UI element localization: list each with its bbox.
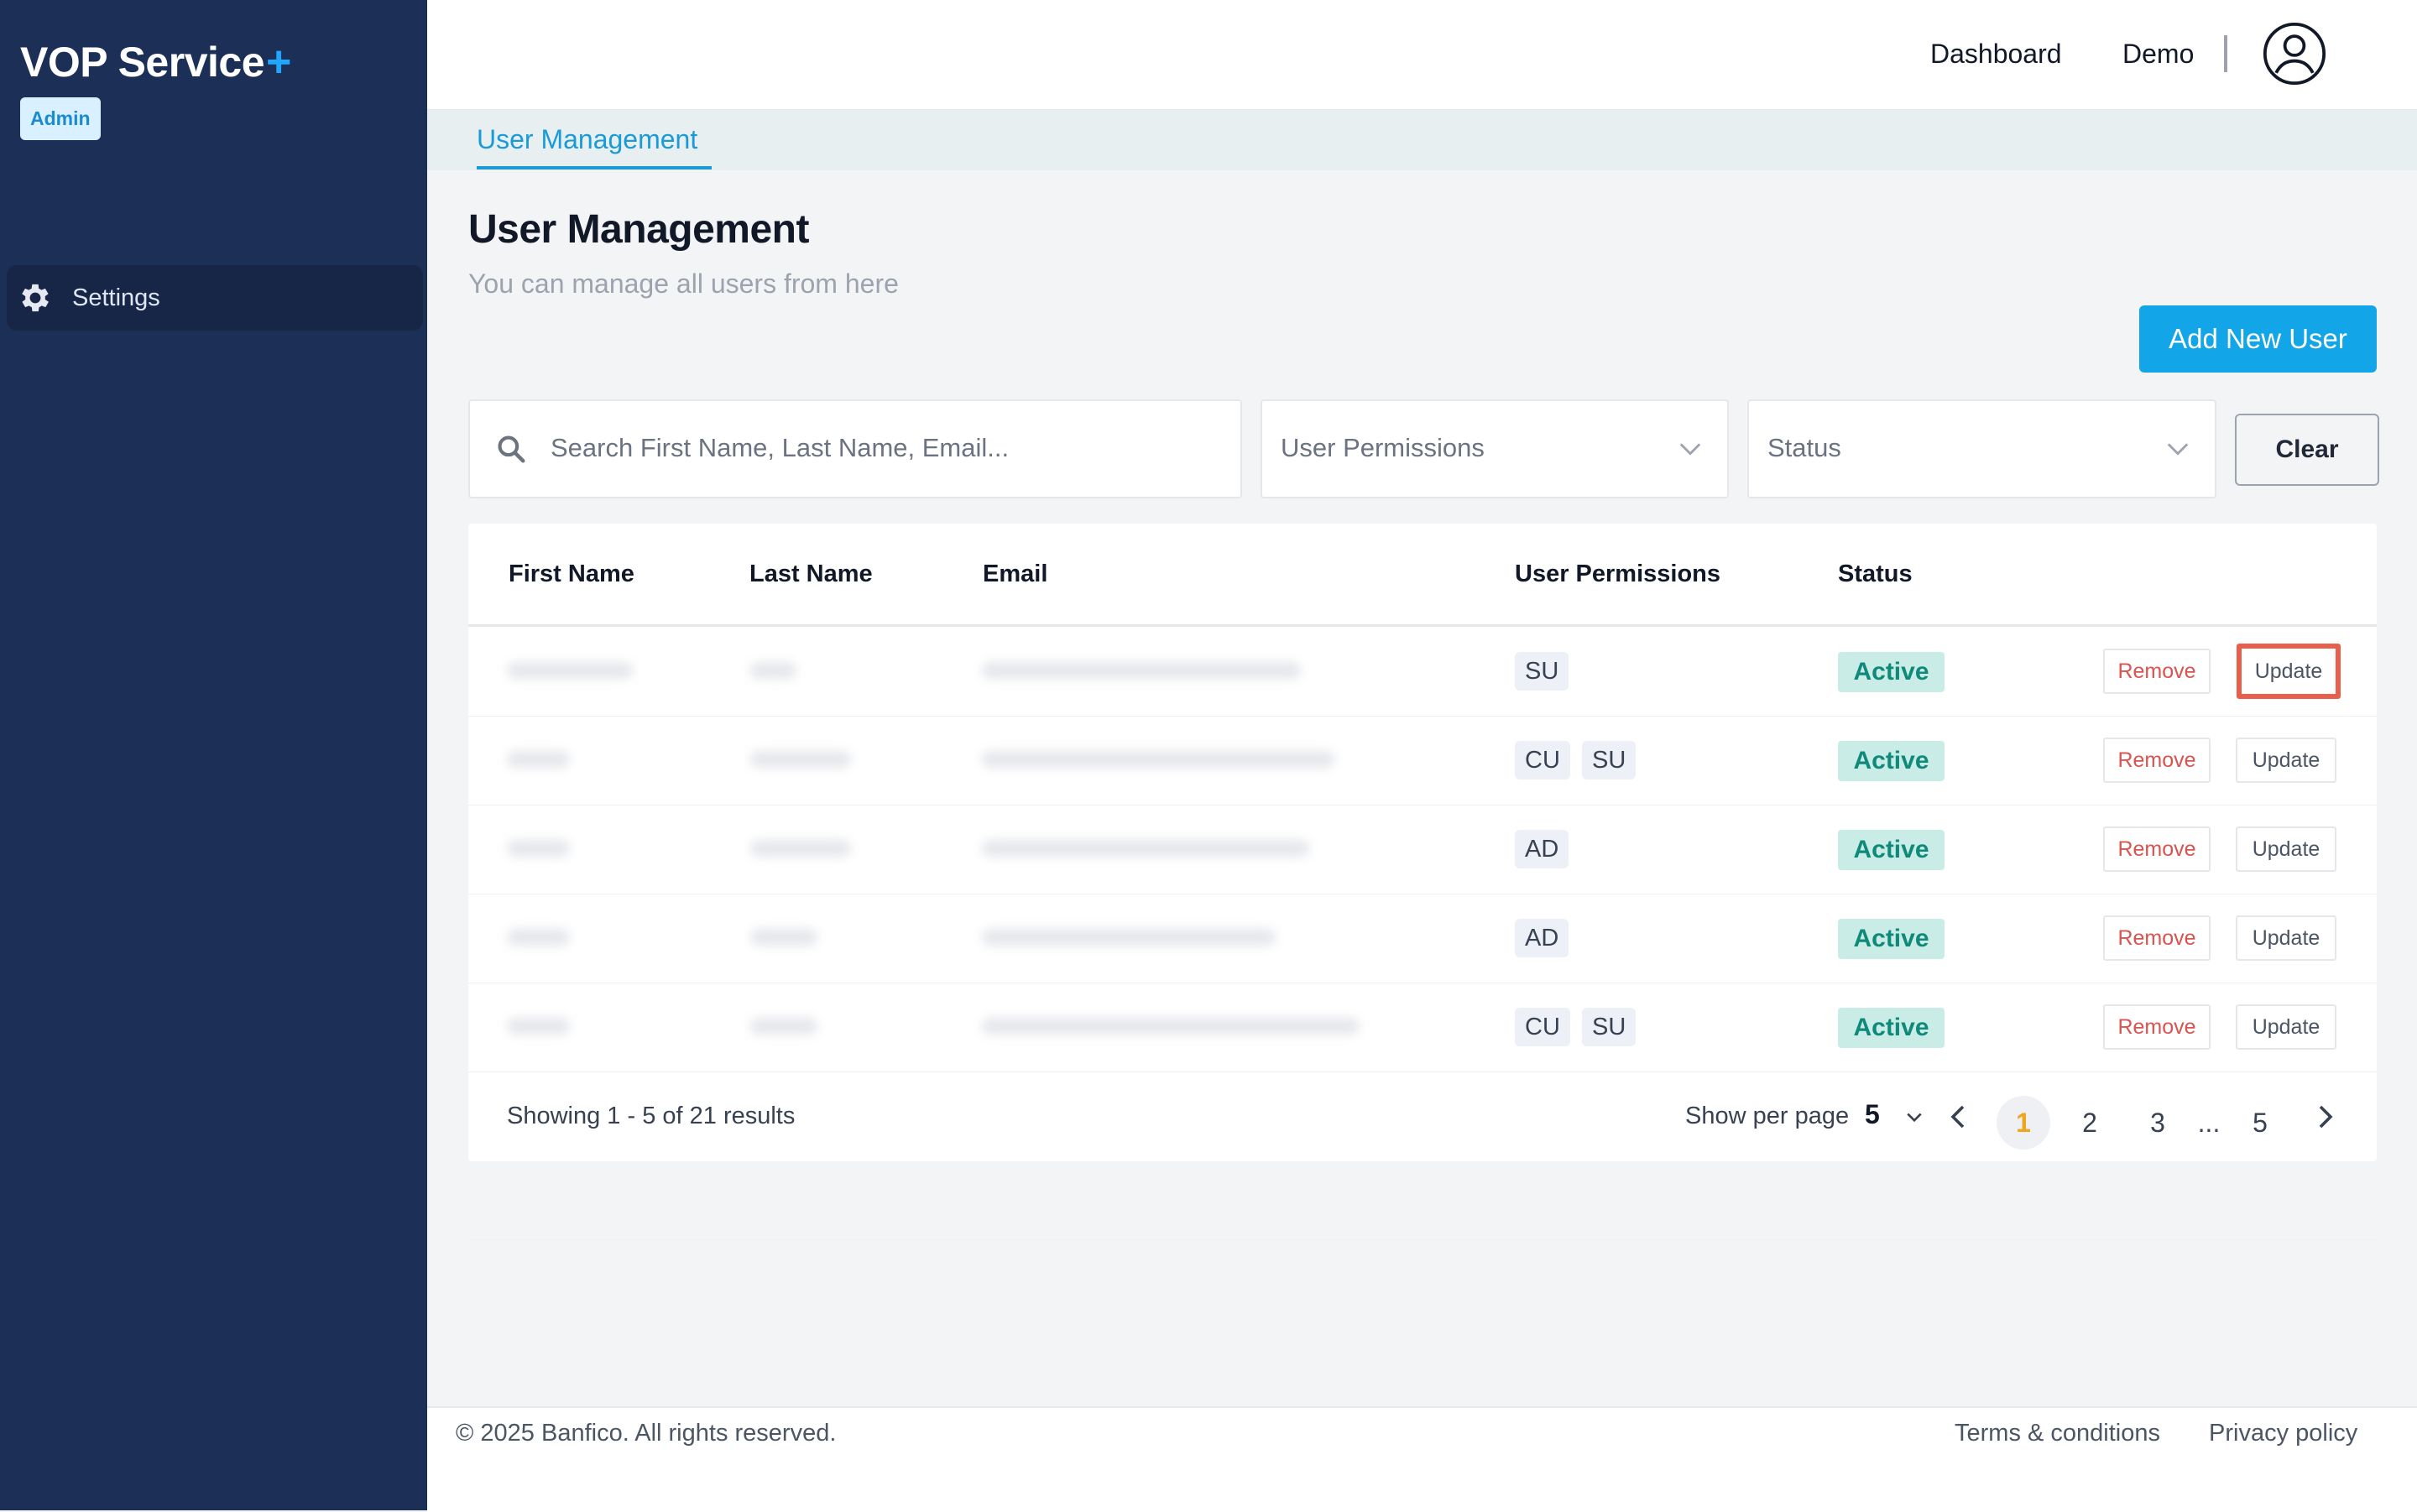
- remove-button[interactable]: Remove: [2103, 915, 2211, 961]
- redacted-first-name: [507, 751, 570, 768]
- col-first-name[interactable]: First Name: [509, 560, 634, 588]
- chevron-right-icon[interactable]: [2316, 1104, 2335, 1129]
- col-last-name[interactable]: Last Name: [749, 560, 873, 588]
- table-row: AD Active Remove Update: [468, 894, 2377, 983]
- search-placeholder: Search First Name, Last Name, Email...: [551, 433, 1010, 462]
- permission-chip: SU: [1582, 741, 1637, 779]
- col-user-permissions[interactable]: User Permissions: [1515, 560, 1720, 588]
- table-row: CU SU Active Remove Update: [468, 716, 2377, 806]
- user-circle-icon[interactable]: [2263, 22, 2326, 86]
- top-header: [427, 0, 2417, 110]
- search-input[interactable]: Search First Name, Last Name, Email...: [468, 399, 1242, 498]
- remove-button[interactable]: Remove: [2103, 1004, 2211, 1050]
- update-button[interactable]: Update: [2236, 826, 2336, 872]
- page-footer: © 2025 Banfico. All rights reserved. Ter…: [427, 1406, 2417, 1512]
- table-row: SU Active Remove Update: [468, 627, 2377, 717]
- remove-button[interactable]: Remove: [2103, 826, 2211, 872]
- chevron-down-icon: [2167, 443, 2189, 456]
- table-row: CU SU Active Remove Update: [468, 983, 2377, 1072]
- table-row: [468, 1150, 2377, 1240]
- per-page-select[interactable]: 5: [1865, 1099, 1880, 1130]
- brand-logo: VOP Service+: [20, 37, 291, 87]
- permission-chip: AD: [1515, 919, 1569, 957]
- page-1-button[interactable]: 1: [1997, 1096, 2050, 1150]
- table-row: AD Active Remove Update: [468, 805, 2377, 894]
- privacy-link[interactable]: Privacy policy: [2209, 1420, 2357, 1447]
- update-button[interactable]: Update: [2236, 738, 2336, 783]
- redacted-email: [982, 840, 1309, 857]
- redacted-first-name: [507, 662, 633, 679]
- remove-button[interactable]: Remove: [2103, 649, 2211, 694]
- permission-chip: CU: [1515, 1008, 1570, 1046]
- page-3-button[interactable]: 3: [2131, 1096, 2185, 1150]
- per-page-label: Show per page: [1685, 1103, 1850, 1129]
- redacted-first-name: [507, 929, 570, 946]
- tab-user-management[interactable]: User Management: [477, 124, 697, 155]
- results-count: Showing 1 - 5 of 21 results: [507, 1103, 796, 1129]
- tab-strip: [427, 110, 2417, 170]
- permissions-select[interactable]: User Permissions: [1261, 399, 1729, 498]
- page-5-button[interactable]: 5: [2233, 1096, 2287, 1150]
- sidebar-item-label: Settings: [72, 284, 160, 311]
- update-button[interactable]: Update: [2236, 1004, 2336, 1050]
- page-subtitle: You can manage all users from here: [468, 269, 899, 299]
- redacted-last-name: [750, 1018, 817, 1035]
- table-header: First Name Last Name Email User Permissi…: [468, 524, 2377, 627]
- redacted-last-name: [750, 840, 851, 857]
- terms-link[interactable]: Terms & conditions: [1955, 1420, 2160, 1447]
- gear-icon: [22, 284, 49, 312]
- clear-button[interactable]: Clear: [2235, 414, 2379, 486]
- redacted-email: [982, 751, 1334, 768]
- chevron-down-icon[interactable]: [1905, 1111, 1924, 1124]
- remove-button[interactable]: Remove: [2103, 738, 2211, 783]
- permissions-select-value: User Permissions: [1281, 433, 1485, 462]
- nav-divider: [2224, 35, 2227, 72]
- status-select-value: Status: [1767, 433, 1841, 462]
- update-button-highlighted[interactable]: Update: [2237, 644, 2341, 699]
- page-2-button[interactable]: 2: [2063, 1096, 2117, 1150]
- permission-chip: CU: [1515, 741, 1570, 779]
- redacted-last-name: [750, 751, 851, 768]
- redacted-last-name: [750, 929, 817, 946]
- status-badge: Active: [1838, 919, 1945, 959]
- status-select[interactable]: Status: [1747, 399, 2216, 498]
- sidebar: VOP Service+ Admin Settings: [0, 0, 427, 1510]
- nav-demo-link[interactable]: Demo: [2122, 39, 2194, 70]
- add-new-user-button[interactable]: Add New User: [2139, 305, 2377, 373]
- page-ellipsis: ...: [2197, 1107, 2221, 1138]
- permission-chip: SU: [1515, 652, 1569, 691]
- admin-badge: Admin: [20, 97, 101, 140]
- col-email[interactable]: Email: [983, 560, 1047, 588]
- permission-chip: AD: [1515, 830, 1569, 868]
- users-table: First Name Last Name Email User Permissi…: [468, 524, 2377, 1240]
- redacted-first-name: [507, 1018, 570, 1035]
- redacted-email: [982, 929, 1276, 946]
- sidebar-item-settings[interactable]: Settings: [7, 265, 423, 331]
- redacted-first-name: [507, 840, 570, 857]
- redacted-email: [982, 662, 1301, 679]
- update-button[interactable]: Update: [2236, 915, 2336, 961]
- permission-chip: SU: [1582, 1008, 1637, 1046]
- copyright-text: © 2025 Banfico. All rights reserved.: [456, 1420, 837, 1447]
- search-icon: [498, 435, 525, 463]
- brand-name: VOP Service: [20, 39, 265, 86]
- redacted-email: [982, 1018, 1360, 1035]
- brand-plus: +: [266, 38, 291, 86]
- nav-dashboard-link[interactable]: Dashboard: [1930, 39, 2062, 70]
- chevron-down-icon: [1679, 443, 1701, 456]
- status-badge: Active: [1838, 830, 1945, 870]
- status-badge: Active: [1838, 741, 1945, 781]
- chevron-left-icon[interactable]: [1949, 1104, 1967, 1129]
- page-title: User Management: [468, 207, 809, 252]
- status-badge: Active: [1838, 652, 1945, 692]
- status-badge: Active: [1838, 1008, 1945, 1048]
- tab-active-indicator: [477, 166, 712, 169]
- redacted-last-name: [750, 662, 796, 679]
- col-status[interactable]: Status: [1838, 560, 1913, 588]
